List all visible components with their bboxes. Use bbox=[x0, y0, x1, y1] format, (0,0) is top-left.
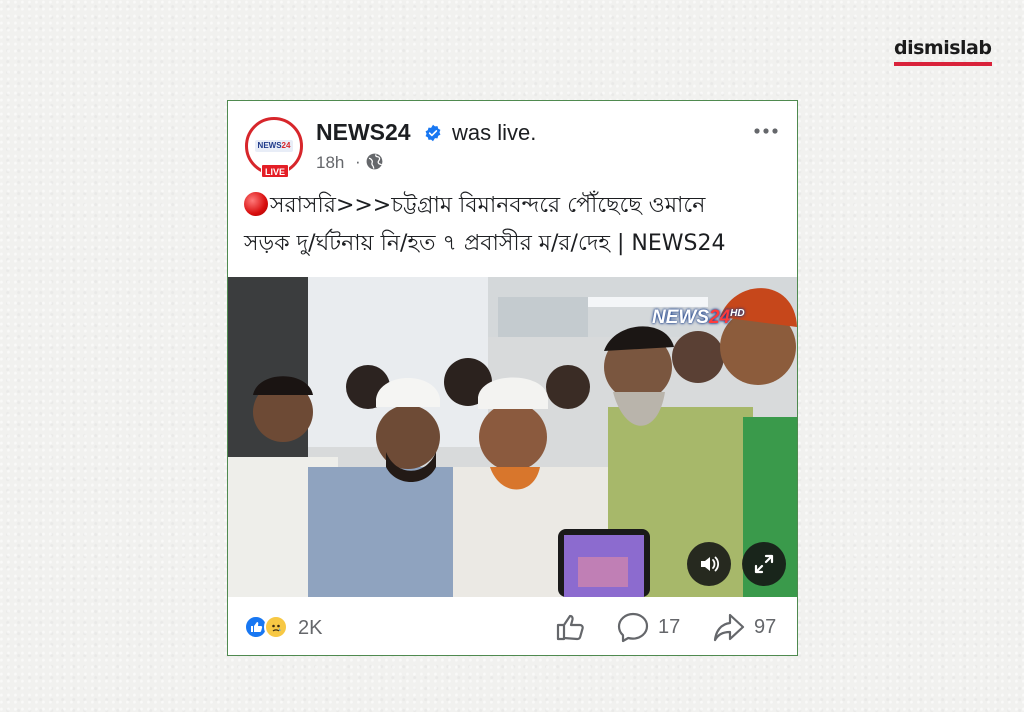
volume-button[interactable] bbox=[687, 542, 731, 586]
share-button[interactable]: 97 bbox=[712, 611, 792, 643]
globe-icon bbox=[366, 153, 383, 170]
brand-logo-text: dismislab bbox=[894, 37, 992, 59]
post-footer: 2K 17 97 bbox=[228, 597, 797, 657]
watermark-number: 24 bbox=[709, 307, 731, 328]
sad-reaction-icon bbox=[264, 615, 288, 639]
thumbs-up-icon bbox=[556, 614, 584, 641]
post-title-line-2: সড়ক দু/র্ঘটনায় নি/হত ৭ প্রবাসীর ম/র/দে… bbox=[244, 231, 726, 256]
comment-count: 17 bbox=[658, 616, 681, 638]
comment-button[interactable]: 17 bbox=[616, 611, 688, 643]
red-circle-icon bbox=[244, 192, 268, 216]
live-badge: LIVE bbox=[261, 164, 289, 178]
verified-badge-icon bbox=[425, 124, 441, 142]
expand-icon bbox=[754, 554, 774, 574]
more-options-icon[interactable] bbox=[752, 121, 780, 141]
timestamp-separator: · bbox=[355, 152, 361, 171]
live-video-player[interactable]: NEWS24HD bbox=[228, 277, 797, 597]
news24-hd-watermark: NEWS24HD bbox=[652, 307, 745, 329]
post-title[interactable]: সরাসরি>>>চট্টগ্রাম বিমানবন্দরে পৌঁছেছে ও… bbox=[244, 187, 789, 263]
like-button[interactable] bbox=[554, 611, 588, 643]
speaker-icon bbox=[701, 556, 720, 572]
dismislab-logo: dismislab bbox=[894, 36, 994, 66]
brand-underline bbox=[894, 62, 992, 66]
avatar-logo-text: NEWS bbox=[257, 141, 282, 150]
post-status-text: was live. bbox=[452, 120, 537, 145]
post-timestamp[interactable]: 18h bbox=[316, 153, 344, 173]
post-title-line-1: সরাসরি>>>চট্টগ্রাম বিমানবন্দরে পৌঁছেছে ও… bbox=[270, 193, 706, 218]
post-header: NEWS24 LIVE NEWS24 was live. 18h · bbox=[228, 101, 797, 179]
watermark-text: NEWS bbox=[652, 307, 709, 328]
fullscreen-button[interactable] bbox=[742, 542, 786, 586]
share-count: 97 bbox=[754, 616, 777, 638]
page-avatar[interactable]: NEWS24 LIVE bbox=[245, 117, 303, 178]
reaction-count[interactable]: 2K bbox=[298, 617, 322, 640]
share-arrow-icon bbox=[713, 613, 745, 642]
watermark-hd: HD bbox=[730, 308, 745, 319]
avatar-logo-number: 24 bbox=[281, 141, 291, 150]
page-name-link[interactable]: NEWS24 bbox=[316, 119, 411, 146]
facebook-post-card: NEWS24 LIVE NEWS24 was live. 18h · সরাসর… bbox=[227, 100, 798, 656]
avatar-logo: NEWS24 bbox=[255, 140, 293, 152]
comment-icon bbox=[617, 612, 649, 643]
